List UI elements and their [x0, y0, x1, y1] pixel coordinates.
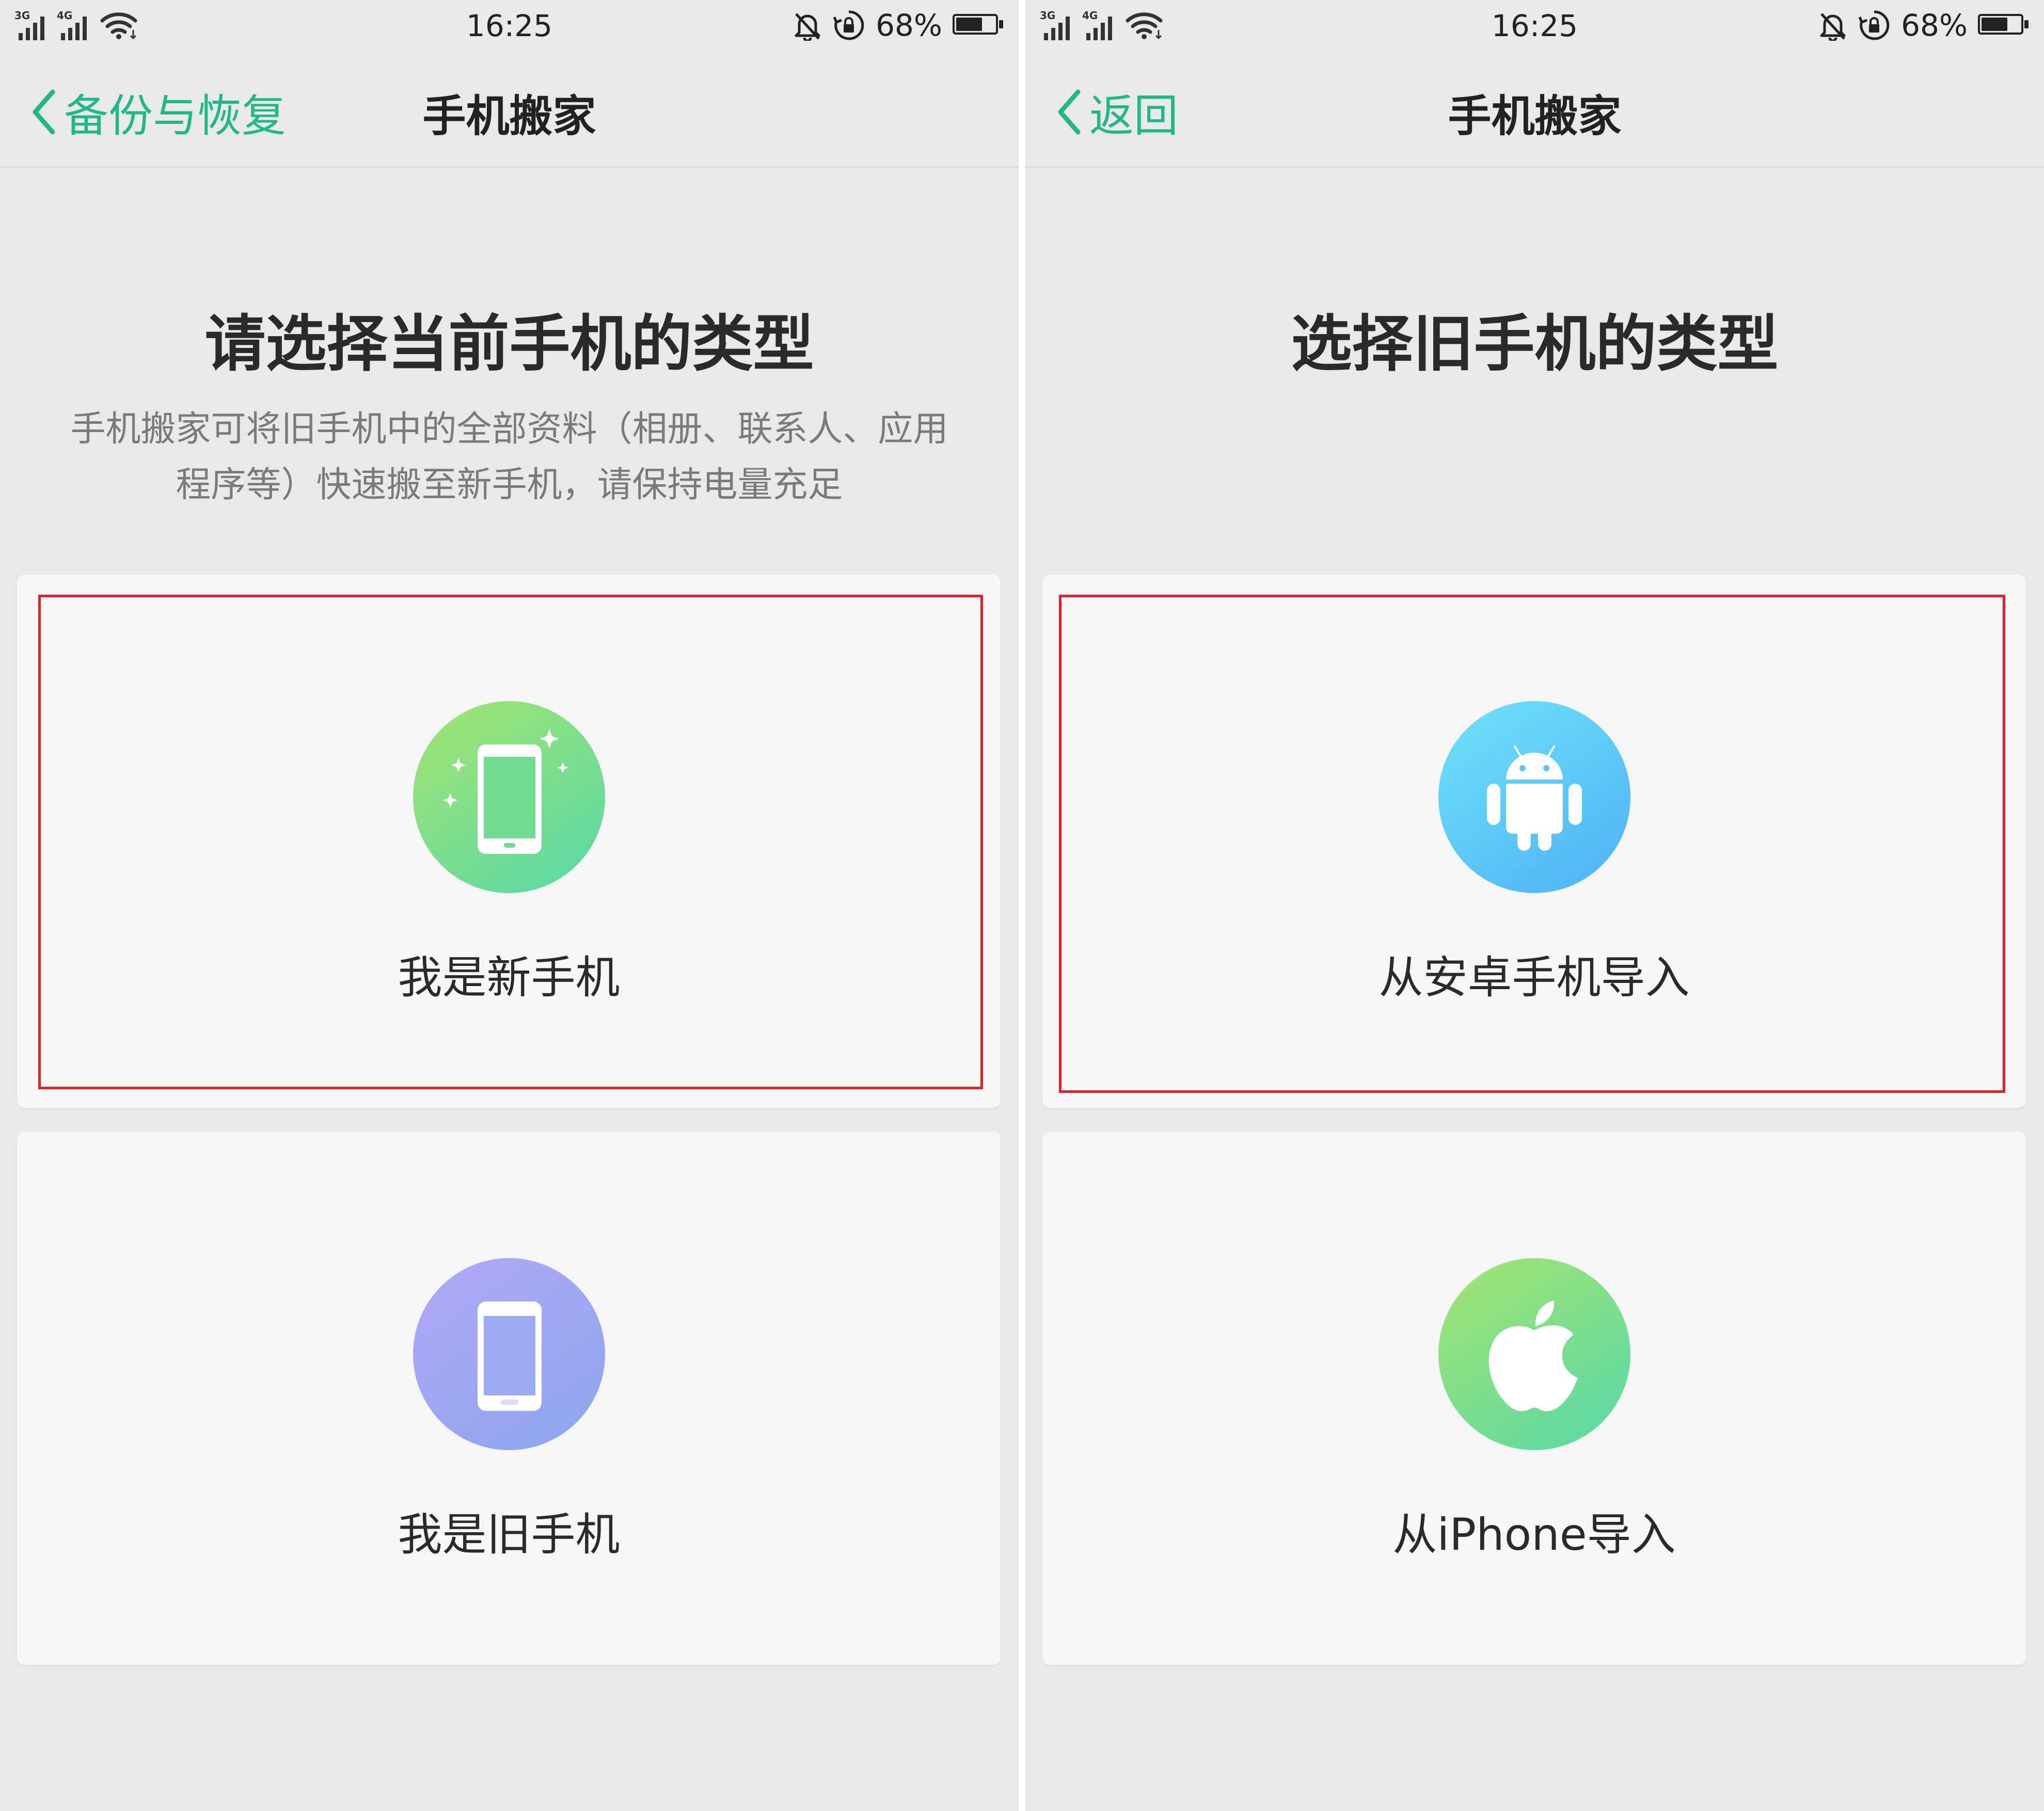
screen-old-phone-type: 3G 4G 16:25 68% 返回 手机搬家 选择旧手机的类型 从安卓手机导入… [1025, 0, 2044, 1811]
battery-icon [1978, 14, 2030, 37]
rotation-lock-icon [1858, 10, 1890, 40]
page-description: 手机搬家可将旧手机中的全部资料（相册、联系人、应用程序等）快速搬至新手机，请保持… [70, 409, 948, 505]
battery-fill [956, 18, 982, 31]
option-label: 从安卓手机导入 [1378, 952, 1690, 1004]
option-import-iphone[interactable]: 从iPhone导入 [1042, 1132, 2026, 1665]
battery-percentage: 68% [876, 8, 942, 43]
option-new-phone[interactable]: 我是新手机 [17, 575, 1001, 1108]
status-bar: 3G 4G 16:25 68% [1025, 0, 2044, 52]
screen-current-phone-type: 3G 4G 16:25 68% 备份与恢复 手机搬家 请选择当前手机的类型 手机… [0, 0, 1019, 1811]
bell-muted-icon [1820, 13, 1846, 41]
option-label: 从iPhone导入 [1392, 1509, 1676, 1561]
status-right-group: 68% [1818, 8, 2030, 43]
battery-percentage: 68% [1901, 8, 1968, 43]
comparison-screenshot: 3G 4G 16:25 68% 备份与恢复 手机搬家 请选择当前手机的类型 手机… [0, 0, 2044, 1811]
android-icon [1438, 701, 1630, 893]
page-heading: 选择旧手机的类型 [1291, 308, 1779, 379]
page-nav-title: 手机搬家 [1448, 91, 1622, 141]
option-label: 我是旧手机 [398, 1509, 620, 1561]
option-old-phone[interactable]: 我是旧手机 [17, 1132, 1001, 1665]
rotation-lock-icon [833, 10, 864, 40]
navigation-bar: 返回 手机搬家 [1025, 52, 2044, 168]
option-import-android[interactable]: 从安卓手机导入 [1042, 575, 2026, 1108]
apple-icon [1438, 1258, 1630, 1450]
sparkle-phone-icon [413, 701, 605, 893]
status-right-group: 68% [793, 8, 1004, 43]
page-heading: 请选择当前手机的类型 [204, 308, 814, 379]
option-label: 我是新手机 [398, 952, 620, 1004]
battery-icon [953, 14, 1004, 37]
phone-icon [413, 1258, 605, 1450]
status-bar: 3G 4G 16:25 68% [0, 0, 1019, 52]
battery-fill [1982, 18, 2007, 31]
navigation-bar: 备份与恢复 手机搬家 [0, 52, 1019, 168]
page-nav-title: 手机搬家 [422, 91, 596, 141]
bell-muted-icon [795, 13, 820, 41]
